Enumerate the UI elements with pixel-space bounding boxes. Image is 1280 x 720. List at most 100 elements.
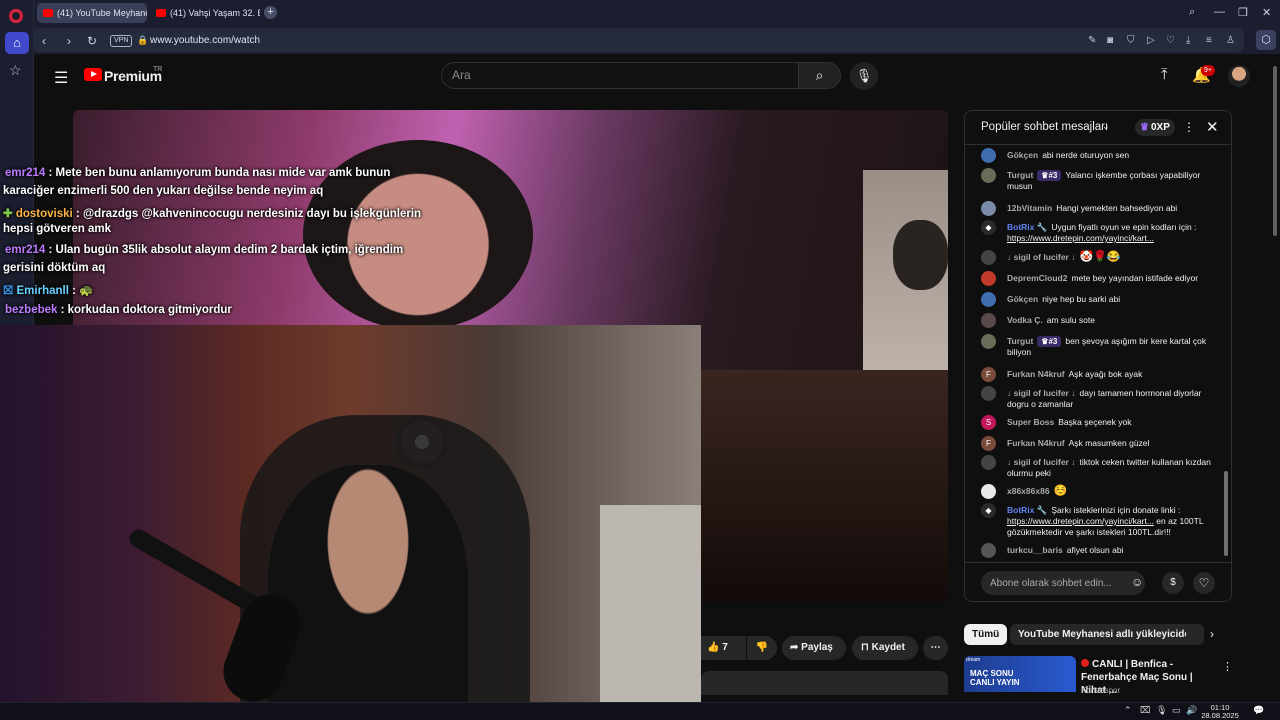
extension-cube-icon[interactable]: ⬡ — [1256, 30, 1276, 50]
chat-author[interactable]: x86x86x86 — [1007, 486, 1050, 496]
related-more-icon[interactable]: ⋮ — [1222, 660, 1233, 673]
emoji-icon[interactable]: ☺ — [1131, 575, 1143, 589]
chat-author[interactable]: Furkan N4kruf — [1007, 438, 1065, 448]
upload-icon[interactable]: ⤒ — [1161, 66, 1168, 83]
chat-author[interactable]: Vodka Ç. — [1007, 315, 1043, 325]
avatar[interactable]: ◆ — [981, 220, 996, 235]
chevron-down-icon[interactable]: ⌄ — [1102, 121, 1110, 132]
xp-badge[interactable]: ♛ 0XP — [1135, 119, 1175, 136]
webcam-person — [268, 465, 468, 720]
avatar[interactable] — [981, 271, 996, 286]
chat-scrollbar[interactable] — [1224, 471, 1228, 556]
profile-icon[interactable]: ♙ — [1226, 35, 1235, 46]
avatar[interactable]: F — [981, 367, 996, 382]
avatar[interactable]: S — [981, 415, 996, 430]
chat-author[interactable]: turkcu__baris — [1007, 545, 1063, 555]
voice-search-mic-icon[interactable]: 🎙 — [850, 62, 878, 90]
related-channel-name[interactable]: Kontraspor — [1081, 686, 1120, 695]
wrench-icon: 🔧 — [1036, 505, 1048, 515]
heart-icon[interactable]: ♡ — [1166, 35, 1175, 46]
search-input[interactable]: Ara — [441, 62, 799, 89]
tray-device-icon[interactable]: ⌧ — [1140, 705, 1150, 716]
background-fridge — [600, 505, 701, 720]
chat-author[interactable]: BotRix 🔧 — [1007, 222, 1047, 232]
chip-more[interactable] — [1186, 624, 1196, 645]
download-icon[interactable]: ⤓ — [1186, 35, 1190, 46]
pip-webcam[interactable] — [0, 325, 701, 720]
chat-author[interactable]: BotRix 🔧 — [1007, 505, 1047, 515]
avatar[interactable] — [981, 334, 996, 349]
avatar[interactable]: ◆ — [981, 503, 996, 518]
tray-mic-icon[interactable]: 🎙 — [1156, 705, 1167, 716]
share-button[interactable]: ➦ Paylaş — [782, 636, 846, 660]
notification-center-icon[interactable]: 💬 — [1253, 705, 1264, 716]
related-video-thumbnail[interactable]: dream MAÇ SONU CANLI YAYIN — [964, 656, 1076, 692]
shield-icon[interactable]: ⛉ — [1127, 35, 1135, 46]
minimize-icon[interactable]: — — [1214, 6, 1225, 18]
page-scroll-thumb[interactable] — [1273, 66, 1277, 236]
chat-author[interactable]: Turgut — [1007, 336, 1033, 346]
chevron-right-icon[interactable]: › — [1210, 627, 1214, 641]
dislike-button[interactable]: 👎 — [747, 636, 777, 660]
reaction-heart-icon[interactable]: ♡ — [1193, 572, 1215, 594]
play-icon[interactable]: ▷ — [1147, 35, 1155, 46]
search-tabs-icon[interactable]: ⌕ — [1189, 6, 1195, 19]
chat-author[interactable]: 12bVitamin — [1007, 203, 1052, 213]
avatar[interactable] — [981, 292, 996, 307]
chat-author[interactable]: Gökçen — [1007, 294, 1038, 304]
page-scrollbar[interactable] — [1270, 54, 1280, 702]
avatar[interactable] — [981, 455, 996, 470]
avatar[interactable] — [981, 201, 996, 216]
like-count: 7 — [722, 642, 728, 653]
chip-from-uploader[interactable]: YouTube Meyhanesi adlı yükleyiciden — [1010, 624, 1205, 645]
chat-author[interactable]: ↓ sigil of lucifer ↓ — [1007, 252, 1075, 262]
chat-author[interactable]: Turgut — [1007, 170, 1033, 180]
camera-icon[interactable]: ◙ — [1107, 35, 1113, 46]
chip-all[interactable]: Tümü — [964, 624, 1008, 645]
bookmark-icon: ⊓ — [861, 642, 872, 653]
avatar[interactable] — [981, 386, 996, 401]
taskbar-clock[interactable]: 01:10 28.08.2025 — [1196, 704, 1244, 720]
chat-author[interactable]: ↓ sigil of lucifer ↓ — [1007, 388, 1075, 398]
overlay-text: : Ulan bugün 35lik absolut alayım dedim … — [45, 244, 404, 256]
search-button[interactable]: ⌕ — [799, 62, 841, 89]
avatar[interactable] — [981, 148, 996, 163]
account-avatar[interactable] — [1228, 65, 1250, 87]
chat-link[interactable]: https://www.dretepin.com/yayinci/kart... — [1007, 233, 1154, 243]
tray-chevron-up-icon[interactable]: ⌃ — [1124, 705, 1132, 716]
share-label: Paylaş — [801, 642, 833, 653]
like-button[interactable]: 👍 7 — [701, 636, 746, 660]
avatar[interactable] — [981, 543, 996, 558]
chat-author[interactable]: DepremCloud2 — [1007, 273, 1067, 283]
description-box[interactable] — [701, 671, 948, 695]
more-actions-button[interactable]: ⋯ — [923, 636, 948, 660]
avatar[interactable] — [981, 250, 996, 265]
thumb-text-1: MAÇ SONU — [970, 669, 1014, 678]
rank-badge: ♛#3 — [1037, 170, 1062, 181]
chat-message-list[interactable]: Gökçen abi nerde oturuyon sen Turgut ♛#3 Ya… — [965, 146, 1223, 560]
chat-author[interactable]: Furkan N4kruf — [1007, 369, 1065, 379]
chat-text: Aşk ayağı bok ayak — [1068, 369, 1143, 379]
chat-message-input[interactable] — [981, 571, 1145, 595]
maximize-icon[interactable]: ❐ — [1238, 6, 1248, 19]
avatar[interactable]: F — [981, 436, 996, 451]
avatar[interactable] — [981, 168, 996, 183]
chat-author[interactable]: ↓ sigil of lucifer ↓ — [1007, 457, 1075, 467]
chat-mode-selector[interactable]: Popüler sohbet mesajları — [981, 121, 1108, 133]
chat-text: Uygun fiyatlı oyun ve epin kodları için … — [1051, 222, 1197, 232]
save-label: Kaydet — [871, 642, 905, 653]
chat-author[interactable]: Gökçen — [1007, 150, 1038, 160]
edit-icon[interactable]: ✎ — [1088, 35, 1096, 46]
tray-network-icon[interactable]: ▭ — [1172, 705, 1181, 716]
menu-lines-icon[interactable]: ≡ — [1206, 35, 1212, 46]
chat-more-icon[interactable]: ⋮ — [1183, 120, 1195, 134]
thumbs-up-icon: 👍 — [707, 642, 720, 653]
close-chat-icon[interactable]: ✕ — [1206, 118, 1219, 136]
chat-author[interactable]: Super Boss — [1007, 417, 1054, 427]
close-window-icon[interactable]: ✕ — [1262, 6, 1271, 19]
super-chat-dollar-icon[interactable]: $ — [1162, 572, 1184, 594]
avatar[interactable] — [981, 484, 996, 499]
save-button[interactable]: ⊓ Kaydet — [852, 636, 918, 660]
chat-link[interactable]: https://www.dretepin.com/yayinci/kart... — [1007, 516, 1154, 526]
avatar[interactable] — [981, 313, 996, 328]
